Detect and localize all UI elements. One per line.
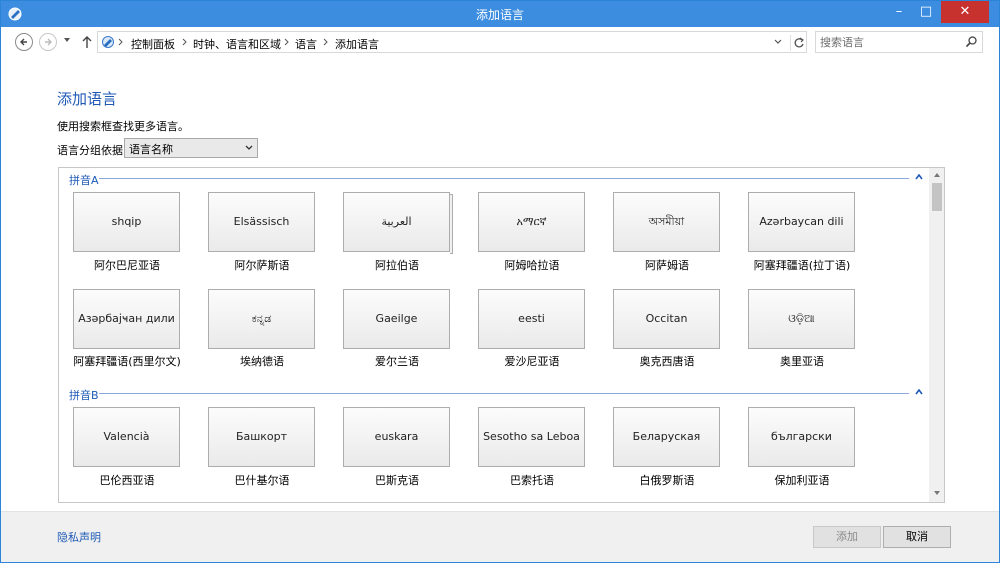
search-icon[interactable] bbox=[965, 35, 978, 48]
language-name: 巴索托语 bbox=[510, 474, 554, 487]
breadcrumb-clock-language-region[interactable]: 时钟、语言和区域 bbox=[193, 36, 281, 52]
language-tile[interactable]: Азәрбајҹан дили bbox=[73, 289, 180, 349]
language-name: 奥克西唐语 bbox=[639, 355, 695, 368]
language-tile[interactable]: العربية bbox=[343, 192, 450, 252]
vertical-scrollbar[interactable] bbox=[929, 168, 944, 502]
breadcrumb-add-language[interactable]: 添加语言 bbox=[335, 36, 379, 52]
cancel-button[interactable]: 取消 bbox=[883, 526, 951, 548]
language-tile[interactable]: Беларуская bbox=[613, 407, 720, 467]
chevron-right-icon bbox=[182, 38, 187, 46]
navigation-bar: 控制面板 时钟、语言和区域 语言 添加语言 bbox=[1, 27, 999, 57]
language-name: 阿姆哈拉语 bbox=[504, 259, 560, 272]
refresh-button[interactable] bbox=[790, 35, 806, 51]
language-name: 埃纳德语 bbox=[240, 355, 284, 368]
search-box[interactable] bbox=[815, 31, 983, 53]
tile-stack-edge bbox=[450, 194, 453, 254]
control-panel-location-icon bbox=[102, 36, 114, 48]
language-list: 拼音A shqip 阿尔巴尼亚语 Elsässisch 阿尔萨斯语 العربي… bbox=[58, 167, 945, 503]
language-name: 巴伦西亚语 bbox=[99, 474, 155, 487]
refresh-icon bbox=[794, 37, 804, 48]
language-tile[interactable]: Gaeilge bbox=[343, 289, 450, 349]
arrow-up-icon[interactable] bbox=[81, 35, 93, 49]
group-by-select[interactable]: 语言名称 bbox=[124, 138, 258, 158]
scroll-thumb[interactable] bbox=[932, 183, 942, 211]
scroll-down-icon[interactable] bbox=[933, 490, 941, 496]
add-button[interactable]: 添加 bbox=[813, 526, 881, 548]
language-name: 保加利亚语 bbox=[774, 474, 830, 487]
language-tile[interactable]: Occitan bbox=[613, 289, 720, 349]
language-tile[interactable]: Башкорт bbox=[208, 407, 315, 467]
add-language-window: 添加语言 – □ ✕ 控制面板 时钟、语言和区域 语言 添加语言 搜索语言 添加… bbox=[0, 0, 1000, 563]
arrow-right-icon bbox=[45, 38, 52, 46]
language-name: 阿塞拜疆语(西里尔文) bbox=[73, 355, 181, 368]
language-tile[interactable]: አማርኛ bbox=[478, 192, 585, 252]
recent-locations-dropdown-icon[interactable] bbox=[63, 36, 71, 44]
page-title: 添加语言 bbox=[57, 90, 118, 108]
section-header-b[interactable]: 拼音B bbox=[69, 387, 99, 403]
group-by-value: 语言名称 bbox=[129, 143, 173, 156]
chevron-right-icon bbox=[284, 38, 289, 46]
language-name: 阿萨姆语 bbox=[645, 259, 689, 272]
intro-text: 使用搜索框查找更多语言。 bbox=[57, 120, 189, 133]
language-name: 阿尔巴尼亚语 bbox=[94, 259, 160, 272]
chevron-right-icon bbox=[118, 38, 123, 46]
group-by-label: 语言分组依据: bbox=[57, 144, 127, 157]
language-name: 爱沙尼亚语 bbox=[504, 355, 560, 368]
back-button[interactable] bbox=[15, 33, 33, 51]
chevron-right-icon bbox=[323, 38, 328, 46]
language-tile[interactable]: български bbox=[748, 407, 855, 467]
minimize-button[interactable]: – bbox=[886, 1, 912, 23]
language-tile[interactable]: ಕನ್ನಡ bbox=[208, 289, 315, 349]
chevron-down-icon bbox=[245, 145, 253, 150]
language-tile[interactable]: euskara bbox=[343, 407, 450, 467]
scroll-up-icon[interactable] bbox=[933, 172, 941, 178]
footer-bar: 隐私声明 添加 取消 bbox=[1, 511, 999, 562]
section-divider bbox=[99, 178, 909, 179]
section-divider bbox=[99, 393, 909, 394]
collapse-section-b-icon[interactable] bbox=[915, 389, 923, 395]
language-name: 阿塞拜疆语(拉丁语) bbox=[753, 259, 851, 272]
language-tile[interactable]: Valencià bbox=[73, 407, 180, 467]
title-bar: 添加语言 – □ ✕ bbox=[1, 1, 999, 27]
search-input[interactable] bbox=[820, 34, 960, 50]
language-tile[interactable]: অসমীয়া bbox=[613, 192, 720, 252]
chevron-down-icon[interactable] bbox=[774, 38, 782, 46]
maximize-button[interactable]: □ bbox=[913, 1, 939, 23]
close-button[interactable]: ✕ bbox=[941, 1, 989, 23]
language-name: 阿尔萨斯语 bbox=[234, 259, 290, 272]
language-tile[interactable]: Elsässisch bbox=[208, 192, 315, 252]
language-name: 爱尔兰语 bbox=[375, 355, 419, 368]
collapse-section-a-icon[interactable] bbox=[915, 174, 923, 180]
language-name: 阿拉伯语 bbox=[375, 259, 419, 272]
language-tile[interactable]: Sesotho sa Leboa bbox=[478, 407, 585, 467]
address-bar[interactable]: 控制面板 时钟、语言和区域 语言 添加语言 bbox=[97, 31, 807, 53]
language-tile[interactable]: Azərbaycan dili bbox=[748, 192, 855, 252]
arrow-left-icon bbox=[20, 38, 27, 46]
language-tile[interactable]: ଓଡ଼ିଆ bbox=[748, 289, 855, 349]
breadcrumb-control-panel[interactable]: 控制面板 bbox=[131, 36, 175, 52]
forward-button[interactable] bbox=[39, 33, 57, 51]
language-tile[interactable]: shqip bbox=[73, 192, 180, 252]
language-name: 巴斯克语 bbox=[375, 474, 419, 487]
privacy-statement-link[interactable]: 隐私声明 bbox=[57, 529, 101, 545]
language-name: 白俄罗斯语 bbox=[639, 474, 695, 487]
language-tile[interactable]: eesti bbox=[478, 289, 585, 349]
language-name: 奥里亚语 bbox=[780, 355, 824, 368]
window-title: 添加语言 bbox=[475, 8, 524, 22]
section-header-a[interactable]: 拼音A bbox=[69, 172, 99, 188]
language-name: 巴什基尔语 bbox=[234, 474, 290, 487]
breadcrumb-language[interactable]: 语言 bbox=[295, 36, 317, 52]
